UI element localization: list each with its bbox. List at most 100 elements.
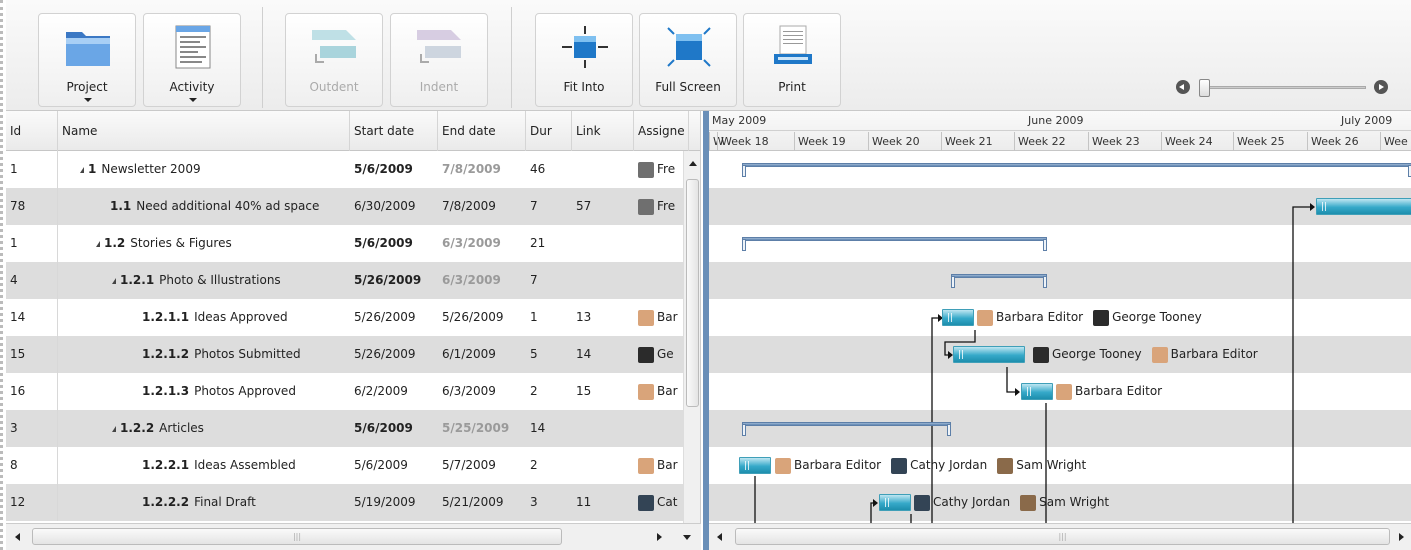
folder-icon [66, 32, 110, 66]
scroll-right-icon[interactable] [657, 533, 662, 541]
assignee-name: Bar [657, 458, 678, 472]
cell-id: 1 [6, 151, 58, 188]
grid-horizontal-scrollbar[interactable]: ||| [6, 523, 701, 550]
table-row[interactable]: 78 1.1 Need additional 40% ad space 6/30/20… [6, 188, 700, 225]
cell-name: 1.1 Need additional 40% ad space [58, 188, 350, 225]
task-bar[interactable]: || [739, 457, 771, 474]
scroll-up-icon[interactable] [689, 161, 697, 166]
vertical-scrollbar[interactable] [683, 151, 700, 523]
print-button[interactable]: Print [743, 13, 841, 107]
cell-end: 6/1/2009 [442, 347, 496, 361]
task-bar[interactable]: || [1021, 383, 1053, 400]
summary-bar-end [1043, 239, 1047, 251]
cell-link: 57 [576, 199, 592, 213]
summary-bar[interactable] [742, 163, 1411, 167]
cell-link [572, 225, 634, 262]
collapse-triangle-icon[interactable] [80, 166, 84, 173]
cell-assignee [634, 225, 684, 262]
table-row[interactable]: 4 1.2.1 Photo & Illustrations 5/26/2009 6/3/… [6, 262, 700, 299]
scroll-left-icon[interactable] [717, 533, 722, 541]
task-name: Articles [159, 421, 204, 435]
indent-button[interactable]: Indent [390, 13, 488, 107]
table-row[interactable]: 15 1.2.1.2 Photos Submitted 5/26/2009 6/1/20… [6, 336, 700, 373]
assignee-name: Bar [657, 384, 678, 398]
collapse-triangle-icon[interactable] [112, 277, 116, 284]
cell-link: 11 [576, 495, 592, 509]
summary-bar[interactable] [951, 274, 1047, 278]
fit-into-button[interactable]: Fit Into [535, 13, 633, 107]
resize-handle[interactable]: || [884, 498, 890, 508]
resize-handle[interactable]: || [947, 313, 953, 323]
cell-assignee [634, 262, 684, 299]
grid-horizontal-scroll-thumb[interactable]: ||| [32, 528, 562, 545]
zoom-out-button[interactable] [1176, 80, 1190, 94]
cell-id: 1 [6, 225, 58, 262]
table-row[interactable]: 8 1.2.2.1 Ideas Assembled 5/6/2009 5/7/2009 2… [6, 447, 700, 484]
table-row[interactable]: 3 1.2.2 Articles 5/6/2009 5/25/2009 14 [6, 410, 700, 447]
resize-handle[interactable]: || [1321, 202, 1327, 212]
scroll-left-icon[interactable] [15, 533, 20, 541]
project-button[interactable]: Project [38, 13, 136, 107]
zoom-slider-thumb[interactable] [1199, 79, 1210, 97]
task-name: Photos Submitted [194, 347, 301, 361]
cell-name: 1 Newsletter 2009 [58, 151, 350, 188]
column-header-link[interactable]: Link [572, 111, 634, 151]
task-name: Ideas Assembled [194, 458, 296, 472]
scroll-right-icon[interactable] [1399, 533, 1404, 541]
column-header-start[interactable]: Start date [350, 111, 438, 151]
table-row[interactable]: 16 1.2.1.3 Photos Approved 6/2/2009 6/3/2009… [6, 373, 700, 410]
cell-name: 1.2.1.1 Ideas Approved [58, 299, 350, 336]
chevron-down-icon [189, 98, 197, 102]
cell-dur: 7 [530, 273, 538, 287]
resize-handle[interactable]: || [1026, 387, 1032, 397]
column-header-id[interactable]: Id [6, 111, 58, 151]
cell-end: 6/3/2009 [442, 236, 501, 250]
cell-dur: 5 [530, 347, 538, 361]
table-row[interactable]: 1 1 Newsletter 2009 5/6/2009 7/8/2009 46 Fre [6, 151, 700, 188]
cell-end: 5/26/2009 [442, 310, 504, 324]
task-bar[interactable]: || [1316, 198, 1411, 215]
task-bar[interactable]: || [953, 346, 1025, 363]
summary-bar[interactable] [742, 422, 951, 426]
gantt-horizontal-scrollbar[interactable]: ||| [709, 523, 1411, 550]
cell-link: 14 [576, 347, 592, 361]
column-header-end[interactable]: End date [438, 111, 526, 151]
resize-handle[interactable]: || [744, 461, 750, 471]
scroll-down-icon[interactable] [683, 535, 691, 540]
resource-name: Barbara Editor [794, 458, 882, 472]
outdent-button[interactable]: Outdent [285, 13, 383, 107]
summary-bar[interactable] [742, 237, 1047, 241]
gantt-chart: May 2009 June 2009 July 2009 W Week 18 Wee… [709, 111, 1411, 523]
cell-id: 15 [6, 336, 58, 373]
table-row[interactable]: 12 1.2.2.2 Final Draft 5/19/2009 5/21/2009 3 1… [6, 484, 700, 521]
collapse-triangle-icon[interactable] [96, 240, 100, 247]
resource-name: George Tooney [1112, 310, 1202, 324]
resize-handle[interactable]: || [958, 350, 964, 360]
avatar [997, 457, 1014, 474]
table-row[interactable]: 14 1.2.1.1 Ideas Approved 5/26/2009 5/26/200… [6, 299, 700, 336]
cell-dur: 2 [530, 458, 538, 472]
zoom-slider-track[interactable] [1203, 86, 1366, 89]
column-header-assignee[interactable]: Assigne [634, 111, 689, 151]
task-bar[interactable]: || [879, 494, 911, 511]
column-header-name[interactable]: Name [58, 111, 350, 151]
cell-link: 15 [576, 384, 592, 398]
cell-end: 7/8/2009 [442, 199, 496, 213]
summary-bar-end [951, 276, 955, 288]
zoom-in-button[interactable] [1374, 80, 1388, 94]
avatar [638, 161, 654, 178]
outdent-button-label: Outdent [309, 80, 359, 94]
summary-bar-end [947, 424, 951, 436]
full-screen-button[interactable]: Full Screen [639, 13, 737, 107]
assignee-name: Cat [657, 495, 678, 509]
task-bar[interactable]: || [942, 309, 974, 326]
activity-button[interactable]: Activity [143, 13, 241, 107]
table-row[interactable]: 1 1.2 Stories & Figures 5/6/2009 6/3/2009 21 [6, 225, 700, 262]
cell-name: 1.2.2 Articles [58, 410, 350, 447]
collapse-triangle-icon[interactable] [112, 425, 116, 432]
gantt-horizontal-scroll-thumb[interactable]: ||| [735, 528, 1390, 545]
cell-link [572, 447, 634, 484]
column-header-dur[interactable]: Dur [526, 111, 572, 151]
vertical-scroll-thumb[interactable] [686, 179, 699, 407]
cell-name: 1.2.2.2 Final Draft [58, 484, 350, 521]
